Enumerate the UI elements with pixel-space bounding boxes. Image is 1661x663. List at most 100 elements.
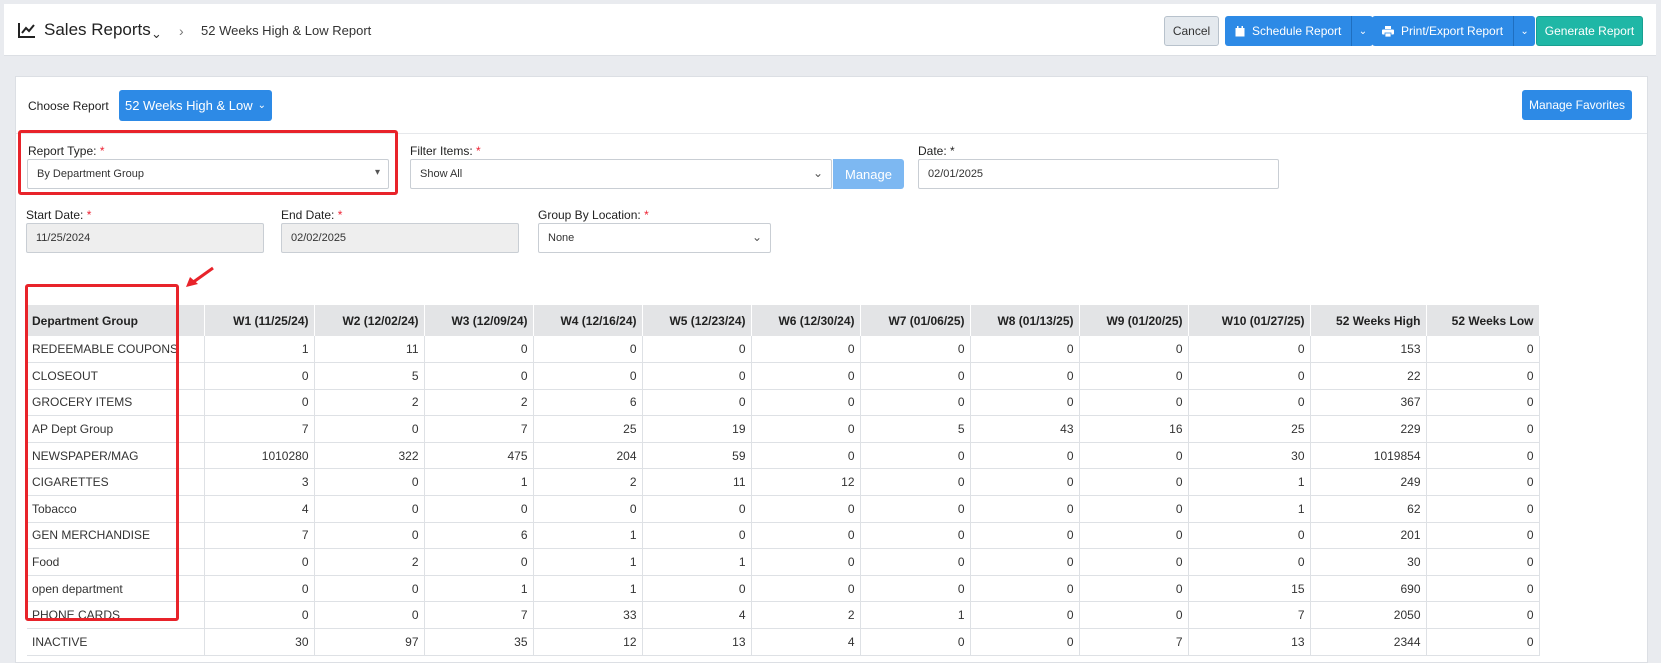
value-cell: 0 xyxy=(860,336,971,364)
value-cell: 13 xyxy=(642,628,752,656)
value-cell: 0 xyxy=(1079,362,1189,390)
value-cell: 0 xyxy=(1079,468,1189,497)
print-export-button[interactable]: Print/Export Report ⌄ xyxy=(1372,16,1536,46)
value-cell: 1 xyxy=(860,601,971,630)
value-cell: 59 xyxy=(642,442,752,470)
end-date-input[interactable]: 02/02/2025 xyxy=(281,223,519,253)
column-header[interactable]: W3 (12/09/24) xyxy=(424,305,534,336)
value-cell: 25 xyxy=(533,415,643,443)
department-group-cell: INACTIVE xyxy=(27,628,205,656)
choose-report-dropdown[interactable]: 52 Weeks High & Low ⌄ xyxy=(119,90,272,121)
value-cell: 97 xyxy=(314,628,425,656)
value-cell: 0 xyxy=(1079,442,1189,470)
group-by-location-select[interactable]: None ⌄ xyxy=(538,223,771,253)
schedule-report-button[interactable]: Schedule Report ⌄ xyxy=(1225,16,1374,46)
cancel-button[interactable]: Cancel xyxy=(1164,16,1219,46)
value-cell: 7 xyxy=(204,522,315,550)
value-cell: 0 xyxy=(860,468,971,497)
value-cell: 1019854 xyxy=(1310,442,1427,470)
column-header[interactable]: W10 (01/27/25) xyxy=(1188,305,1311,336)
table-body: REDEEMABLE COUPONS 1 11 0 0 0 0 0 0 0 0 153 0 CLOSEOU… xyxy=(27,336,1540,656)
group-by-location-label: Group By Location: * xyxy=(538,208,649,222)
start-date-label: Start Date: * xyxy=(26,208,92,222)
value-cell: 0 xyxy=(642,336,752,364)
table-row: Tobacco 4 0 0 0 0 0 0 0 0 1 62 0 xyxy=(27,495,1540,523)
manage-favorites-button[interactable]: Manage Favorites xyxy=(1522,90,1632,120)
print-dropdown-chevron-icon[interactable]: ⌄ xyxy=(1513,16,1536,46)
value-cell: 0 xyxy=(533,362,643,390)
column-header[interactable]: W4 (12/16/24) xyxy=(533,305,643,336)
value-cell: 153 xyxy=(1310,336,1427,364)
value-cell: 0 xyxy=(1079,601,1189,630)
value-cell: 1010280 xyxy=(204,442,315,470)
schedule-report-label: Schedule Report xyxy=(1252,24,1342,38)
table-row: PHONE CARDS 0 0 7 33 4 2 1 0 0 7 2050 0 xyxy=(27,601,1540,630)
value-cell: 0 xyxy=(1188,336,1311,364)
column-header[interactable]: W9 (01/20/25) xyxy=(1079,305,1189,336)
value-cell: 0 xyxy=(860,575,971,603)
report-table: Department Group W1 (11/25/24) W2 (12/02/2… xyxy=(27,305,1540,656)
column-header[interactable]: W1 (11/25/24) xyxy=(204,305,315,336)
value-cell: 7 xyxy=(424,415,534,443)
value-cell: 1 xyxy=(1188,468,1311,497)
value-cell: 204 xyxy=(533,442,643,470)
value-cell: 0 xyxy=(1426,442,1540,470)
choose-report-label: Choose Report xyxy=(28,99,109,113)
value-cell: 0 xyxy=(1426,575,1540,603)
value-cell: 0 xyxy=(1079,336,1189,364)
value-cell: 0 xyxy=(1079,522,1189,550)
generate-report-button[interactable]: Generate Report xyxy=(1536,16,1643,46)
date-input[interactable]: 02/01/2025 xyxy=(918,159,1279,189)
start-date-input[interactable]: 11/25/2024 xyxy=(26,223,264,253)
column-header[interactable]: 52 Weeks Low xyxy=(1426,305,1540,336)
manage-button[interactable]: Manage xyxy=(833,159,904,189)
column-header[interactable]: 52 Weeks High xyxy=(1310,305,1427,336)
value-cell: 0 xyxy=(1188,389,1311,417)
value-cell: 0 xyxy=(1188,548,1311,576)
value-cell: 1 xyxy=(533,575,643,603)
filter-items-select[interactable]: Show All ⌄ xyxy=(410,159,832,189)
value-cell: 0 xyxy=(751,389,861,417)
column-header[interactable]: W6 (12/30/24) xyxy=(751,305,861,336)
value-cell: 0 xyxy=(751,575,861,603)
column-header[interactable]: W2 (12/02/24) xyxy=(314,305,425,336)
value-cell: 30 xyxy=(1310,548,1427,576)
value-cell: 0 xyxy=(860,389,971,417)
value-cell: 6 xyxy=(533,389,643,417)
value-cell: 0 xyxy=(314,601,425,630)
value-cell: 33 xyxy=(533,601,643,630)
value-cell: 201 xyxy=(1310,522,1427,550)
column-header[interactable]: W7 (01/06/25) xyxy=(860,305,971,336)
value-cell: 1 xyxy=(424,575,534,603)
end-date-label: End Date: * xyxy=(281,208,343,222)
value-cell: 0 xyxy=(1426,415,1540,443)
value-cell: 0 xyxy=(424,362,534,390)
value-cell: 0 xyxy=(860,548,971,576)
value-cell: 7 xyxy=(204,415,315,443)
value-cell: 2050 xyxy=(1310,601,1427,630)
table-row: CIGARETTES 3 0 1 2 11 12 0 0 0 1 249 0 xyxy=(27,468,1540,497)
value-cell: 0 xyxy=(204,389,315,417)
value-cell: 13 xyxy=(1188,628,1311,656)
column-header[interactable]: W5 (12/23/24) xyxy=(642,305,752,336)
value-cell: 249 xyxy=(1310,468,1427,497)
value-cell: 0 xyxy=(970,336,1080,364)
group-by-location-value: None xyxy=(548,232,575,244)
table-row: open department 0 0 1 1 0 0 0 0 0 15 690 0 xyxy=(27,575,1540,603)
value-cell: 0 xyxy=(1188,362,1311,390)
value-cell: 0 xyxy=(751,548,861,576)
value-cell: 7 xyxy=(1188,601,1311,630)
value-cell: 30 xyxy=(1188,442,1311,470)
chevron-down-icon[interactable]: ⌄ xyxy=(151,26,162,42)
value-cell: 12 xyxy=(751,468,861,497)
value-cell: 25 xyxy=(1188,415,1311,443)
schedule-dropdown-chevron-icon[interactable]: ⌄ xyxy=(1351,16,1374,46)
value-cell: 0 xyxy=(751,522,861,550)
value-cell: 475 xyxy=(424,442,534,470)
column-header[interactable]: W8 (01/13/25) xyxy=(970,305,1080,336)
red-arrow-annotation-icon xyxy=(186,266,214,287)
value-cell: 15 xyxy=(1188,575,1311,603)
value-cell: 0 xyxy=(970,362,1080,390)
value-cell: 0 xyxy=(642,362,752,390)
page-title: Sales Reports xyxy=(44,20,151,39)
